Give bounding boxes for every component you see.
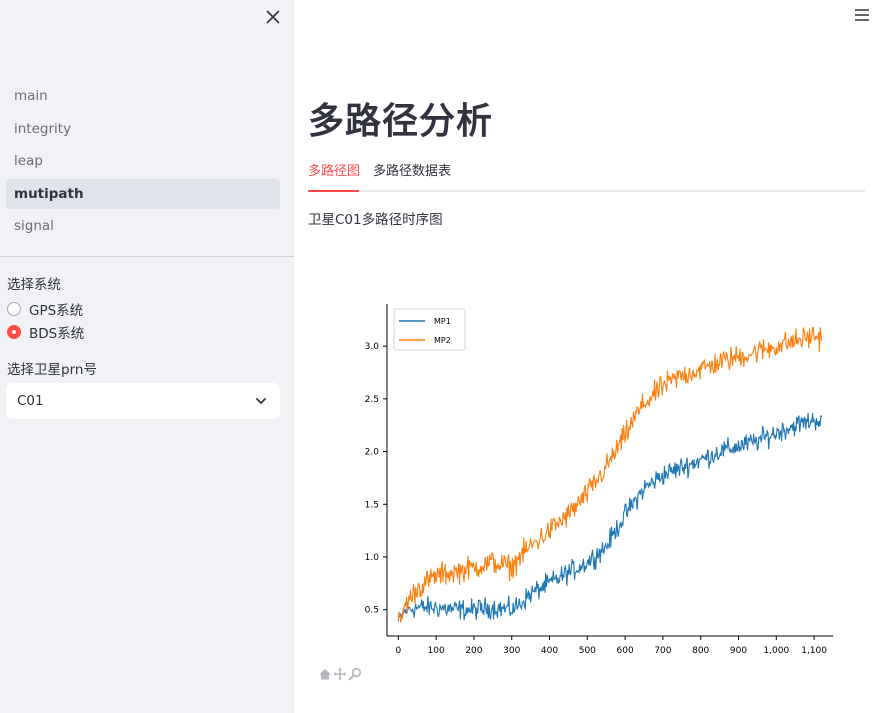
sidebar-item-integrity[interactable]: integrity bbox=[6, 114, 280, 144]
tab-multipath-chart[interactable]: 多路径图 bbox=[308, 162, 360, 192]
series-line-mp2 bbox=[397, 326, 823, 624]
prn-select-value: C01 bbox=[17, 393, 44, 409]
x-tick-label: 100 bbox=[428, 646, 445, 656]
pan-icon[interactable] bbox=[333, 667, 347, 681]
legend-label-mp2: MP2 bbox=[434, 336, 451, 345]
legend-box bbox=[393, 308, 466, 351]
chart-toolbar bbox=[318, 667, 362, 681]
x-tick-label: 500 bbox=[579, 646, 596, 656]
system-label: 选择系统 bbox=[7, 277, 61, 293]
x-tick-label: 700 bbox=[654, 646, 671, 656]
radio-gps[interactable]: GPS系统 bbox=[7, 299, 83, 319]
multipath-chart: 0 100 200 300 400 500 600 700 800 900 1,000 1,100 0.… bbox=[365, 304, 833, 656]
radio-gps-label: GPS系统 bbox=[29, 303, 84, 319]
sidebar-item-signal[interactable]: signal bbox=[6, 211, 280, 241]
active-tab-indicator bbox=[308, 190, 359, 192]
page-title: 多路径分析 bbox=[308, 101, 494, 142]
radio-bds-label: BDS系统 bbox=[29, 326, 85, 342]
y-tick-label: 1.5 bbox=[365, 500, 379, 510]
sidebar-item-mutipath[interactable]: mutipath bbox=[6, 178, 280, 209]
y-tick-label: 0.5 bbox=[365, 606, 379, 616]
prn-select[interactable]: C01 bbox=[6, 383, 280, 419]
chevron-down-icon bbox=[256, 398, 266, 404]
close-icon[interactable] bbox=[266, 10, 280, 24]
y-tick-label: 3.0 bbox=[365, 342, 380, 352]
radio-bds-circle[interactable] bbox=[7, 325, 21, 339]
sidebar-item-leap[interactable]: leap bbox=[6, 146, 280, 176]
hamburger-menu-icon[interactable] bbox=[853, 6, 871, 24]
x-tick-label: 1,100 bbox=[801, 646, 827, 656]
prn-label: 选择卫星prn号 bbox=[7, 362, 97, 378]
legend-label-mp1: MP1 bbox=[434, 317, 451, 326]
x-tick-label: 400 bbox=[541, 646, 558, 656]
sidebar-nav: main integrity leap mutipath signal bbox=[6, 81, 280, 244]
y-tick-label: 2.5 bbox=[365, 395, 379, 405]
x-tick-label: 1,000 bbox=[763, 646, 789, 656]
sidebar: main integrity leap mutipath signal 选择系统… bbox=[0, 0, 294, 713]
x-tick-label: 200 bbox=[465, 646, 482, 656]
x-tick-label: 300 bbox=[503, 646, 520, 656]
chart-caption: 卫星C01多路径时序图 bbox=[308, 212, 443, 228]
radio-gps-circle[interactable] bbox=[7, 302, 21, 316]
y-tick-label: 1.0 bbox=[365, 553, 380, 563]
sidebar-item-main[interactable]: main bbox=[6, 81, 280, 111]
radio-bds[interactable]: BDS系统 bbox=[7, 322, 84, 342]
x-tick-label: 900 bbox=[730, 646, 747, 656]
y-tick-label: 2.0 bbox=[365, 448, 380, 458]
series-line-mp1 bbox=[397, 412, 823, 622]
x-tick-label: 0 bbox=[395, 646, 401, 656]
x-tick-label: 600 bbox=[617, 646, 634, 656]
x-tick-label: 800 bbox=[692, 646, 709, 656]
zoom-icon[interactable] bbox=[348, 667, 362, 681]
home-icon[interactable] bbox=[318, 667, 332, 681]
close-sidebar-button[interactable] bbox=[262, 6, 284, 28]
sidebar-divider bbox=[0, 256, 294, 257]
tab-bar: 多路径图 多路径数据表 bbox=[308, 162, 865, 192]
tab-multipath-table[interactable]: 多路径数据表 bbox=[373, 162, 451, 192]
